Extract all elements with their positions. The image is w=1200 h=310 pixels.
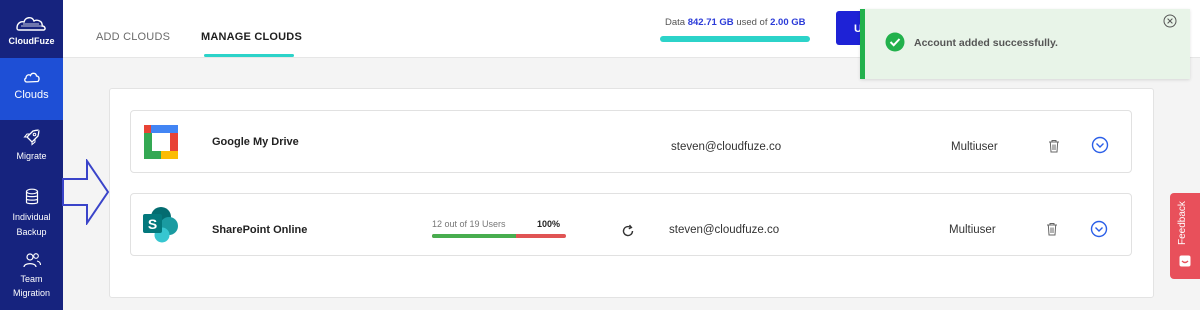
storage-usage: Data 842.71 GB used of 2.00 GB	[665, 17, 806, 28]
svg-text:S: S	[148, 216, 157, 232]
sharepoint-icon: S	[143, 207, 178, 243]
migration-progress-percent: 100%	[537, 219, 561, 229]
check-circle-icon	[885, 32, 905, 52]
cloudfuze-logo-icon	[16, 17, 46, 31]
sidebar-item-label: Clouds	[14, 89, 49, 101]
storage-bar	[660, 36, 810, 42]
storage-middle: used of	[736, 17, 768, 28]
tab-manage-clouds[interactable]: MANAGE CLOUDS	[201, 31, 302, 43]
sidebar-item-clouds[interactable]: Clouds	[0, 58, 63, 120]
migration-progress-text: 12 out of 19 Users	[432, 219, 506, 229]
cloud-name: SharePoint Online	[212, 224, 308, 236]
rocket-icon	[22, 129, 39, 146]
sidebar-item-label-line2: Backup	[16, 227, 47, 237]
sidebar-item-team-migration[interactable]: Team Migration	[0, 250, 63, 306]
tab-add-clouds[interactable]: ADD CLOUDS	[96, 31, 170, 43]
chevron-down-icon[interactable]	[1091, 136, 1109, 154]
arrow-right-icon	[62, 159, 110, 225]
cloud-name: Google My Drive	[212, 136, 299, 148]
cloud-type: Multiuser	[949, 224, 996, 236]
toast-message: Account added successfully.	[914, 37, 1058, 49]
brand-name: CloudFuze	[8, 36, 55, 46]
success-toast: Account added successfully.	[860, 9, 1190, 79]
sidebar-item-label-line2: Migration	[12, 288, 50, 298]
cloud-type: Multiuser	[951, 141, 998, 153]
feedback-smile-icon	[1179, 255, 1191, 267]
sidebar-item-label-line1: Individual	[12, 212, 51, 222]
brand-logo[interactable]: CloudFuze	[0, 0, 63, 58]
users-icon	[22, 253, 41, 268]
trash-icon[interactable]	[1046, 222, 1058, 236]
cloud-email: steven@cloudfuze.co	[669, 224, 780, 236]
trash-icon[interactable]	[1048, 139, 1060, 153]
storage-used: 842.71 GB	[687, 17, 734, 28]
sidebar-item-individual-backup[interactable]: Individual Backup	[0, 188, 63, 237]
feedback-label: Feedback	[1177, 201, 1188, 245]
sidebar-item-label-line1: Team	[20, 274, 43, 284]
active-tab-indicator	[204, 54, 294, 57]
migration-progress-fill	[432, 234, 517, 238]
feedback-tab[interactable]: Feedback	[1170, 193, 1200, 279]
chevron-down-icon[interactable]	[1090, 220, 1108, 238]
sidebar-item-migrate[interactable]: Migrate	[0, 126, 63, 170]
database-icon	[25, 188, 38, 205]
close-icon[interactable]	[1163, 14, 1177, 28]
cloud-icon	[23, 72, 40, 83]
cloud-row-sharepoint-online: S SharePoint Online 12 out of 19 Users 1…	[130, 193, 1132, 256]
cloud-row-google-my-drive: Google My Drive steven@cloudfuze.co Mult…	[130, 110, 1132, 173]
storage-prefix: Data	[665, 17, 686, 28]
sidebar-item-label: Migrate	[16, 151, 47, 161]
refresh-icon[interactable]	[621, 224, 635, 238]
sidebar: CloudFuze Clouds Migrate Individual Back…	[0, 0, 63, 310]
storage-total: 2.00 GB	[770, 17, 806, 28]
cloud-email: steven@cloudfuze.co	[671, 141, 782, 153]
migration-progress-bar	[432, 234, 566, 238]
google-drive-icon	[144, 125, 178, 159]
